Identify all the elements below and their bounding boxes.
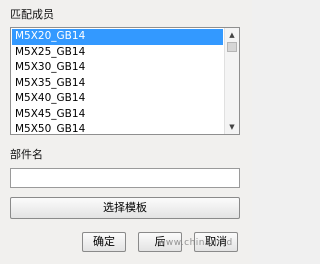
- dialog: 匹配成员 M5X20_GB14 M5X25_GB14 M5X30_GB14 M5…: [0, 0, 252, 264]
- match-members-label: 匹配成员: [10, 8, 54, 21]
- match-members-list: M5X20_GB14 M5X25_GB14 M5X30_GB14 M5X35_G…: [12, 29, 223, 133]
- select-template-button[interactable]: 选择模板: [10, 197, 240, 219]
- part-name-label: 部件名: [10, 148, 43, 161]
- list-item[interactable]: M5X50_GB14: [12, 122, 223, 133]
- list-item[interactable]: M5X35_GB14: [12, 76, 223, 92]
- list-item[interactable]: M5X40_GB14: [12, 91, 223, 107]
- part-name-input[interactable]: [10, 168, 240, 188]
- list-item[interactable]: M5X20_GB14: [12, 29, 223, 45]
- ok-button[interactable]: 确定: [82, 232, 126, 252]
- match-members-listbox[interactable]: M5X20_GB14 M5X25_GB14 M5X30_GB14 M5X35_G…: [10, 27, 240, 135]
- list-item[interactable]: M5X45_GB14: [12, 107, 223, 123]
- vertical-scrollbar[interactable]: ▲ ▼: [224, 28, 239, 134]
- scroll-thumb[interactable]: [227, 42, 237, 52]
- list-item[interactable]: M5X30_GB14: [12, 60, 223, 76]
- watermark-logo: www.chinadmd: [158, 238, 233, 248]
- scroll-up-arrow-icon[interactable]: ▲: [225, 28, 239, 42]
- scroll-down-arrow-icon[interactable]: ▼: [225, 120, 239, 134]
- list-item[interactable]: M5X25_GB14: [12, 45, 223, 61]
